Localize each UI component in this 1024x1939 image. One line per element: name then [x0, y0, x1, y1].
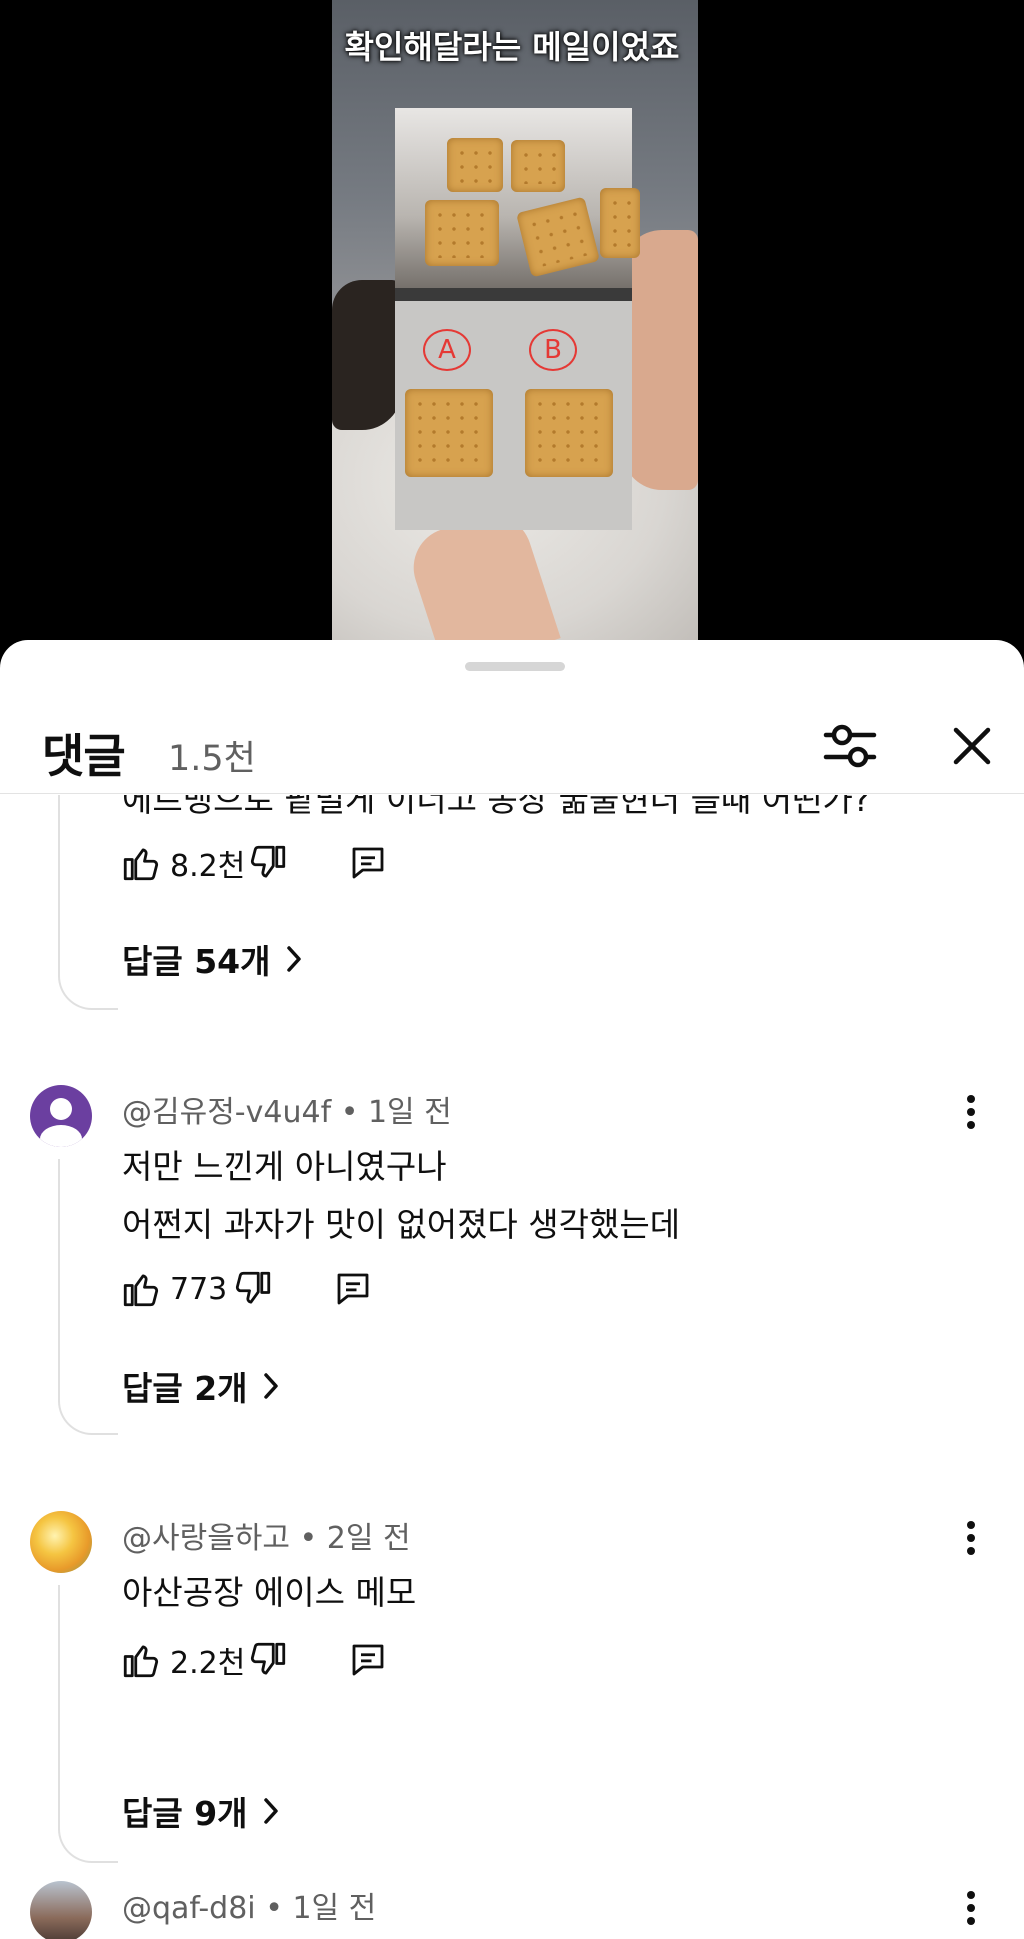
- filter-icon: [823, 724, 877, 768]
- mark-a: A: [423, 329, 471, 371]
- comments-count: 1.5천: [168, 739, 256, 779]
- cracker: [447, 138, 503, 192]
- comment-actions: 8.2천: [118, 838, 391, 888]
- thumbs-down-icon: [251, 1642, 286, 1675]
- comment-text-line: 저만 느낀게 아니였구나: [122, 1147, 447, 1186]
- close-icon: [953, 727, 991, 765]
- mark-b: B: [529, 329, 577, 371]
- more-vert-icon: [967, 1521, 975, 1555]
- hand-image: [622, 230, 698, 490]
- replies-label: 답글 54개: [122, 942, 271, 981]
- chevron-right-icon: [286, 946, 301, 972]
- thread-line: [58, 1585, 118, 1863]
- cracker-a: [405, 389, 493, 477]
- avatar[interactable]: [30, 1085, 92, 1147]
- drag-handle[interactable]: [465, 662, 565, 671]
- like-button[interactable]: [118, 840, 164, 886]
- cracker-b: [525, 389, 613, 477]
- thread-line: [58, 1159, 118, 1435]
- like-count: 773: [170, 1271, 228, 1307]
- dislike-button[interactable]: [230, 1266, 276, 1312]
- user-icon: [40, 1098, 82, 1147]
- comments-title: 댓글: [42, 729, 126, 783]
- comment-text-line: 어쩐지 과자가 맛이 없어졌다 생각했는데: [122, 1205, 681, 1244]
- chevron-right-icon: [263, 1373, 278, 1399]
- comments-sheet: 댓글 1.5천 에르뱅으로 팥벌게 이너고 동장 굶줄현더 들때 어떤가? 8.…: [0, 640, 1024, 1939]
- comment-time: 2일 전: [326, 1521, 411, 1556]
- avatar[interactable]: [30, 1511, 92, 1573]
- hair-image: [332, 280, 402, 430]
- thumbs-up-icon: [123, 848, 159, 881]
- comment-author[interactable]: @사랑을하고: [122, 1521, 290, 1556]
- video-player[interactable]: 확인해달라는 메일이었죠 A B: [0, 0, 1024, 660]
- thread-line: [58, 795, 118, 1010]
- more-vert-icon: [967, 1891, 975, 1925]
- comment-meta: @qaf-d8i • 1일 전: [122, 1883, 376, 1927]
- thumbs-down-icon: [235, 1271, 271, 1304]
- comment-more-button[interactable]: [958, 1092, 984, 1132]
- replies-label: 답글 2개: [122, 1369, 248, 1408]
- reply-icon: [352, 847, 384, 879]
- avatar[interactable]: [30, 1881, 92, 1939]
- comment-meta: @사랑을하고 • 2일 전: [122, 1513, 411, 1557]
- meta-separator: •: [340, 1095, 359, 1130]
- comment-author[interactable]: @qaf-d8i: [122, 1891, 256, 1926]
- view-replies-button[interactable]: 답글 54개: [122, 935, 303, 983]
- more-vert-icon: [967, 1095, 975, 1129]
- chevron-right-icon: [263, 1798, 278, 1824]
- comment-actions: 773: [118, 1264, 376, 1314]
- view-replies-button[interactable]: 답글 9개: [122, 1787, 280, 1835]
- like-button[interactable]: [118, 1266, 164, 1312]
- thumbs-up-icon: [123, 1274, 159, 1307]
- reply-button[interactable]: [330, 1266, 376, 1312]
- comment-meta: @김유정-v4u4f • 1일 전: [122, 1087, 452, 1131]
- comment-more-button[interactable]: [958, 1888, 984, 1928]
- comment-time: 1일 전: [367, 1095, 452, 1130]
- filter-button[interactable]: [820, 718, 880, 774]
- comment-author[interactable]: @김유정-v4u4f: [122, 1095, 331, 1130]
- reply-button[interactable]: [345, 1637, 391, 1683]
- dislike-button[interactable]: [245, 1637, 291, 1683]
- close-button[interactable]: [944, 718, 1000, 774]
- cracker: [511, 140, 565, 192]
- comment-text-line: 아산공장 에이스 메모: [122, 1573, 417, 1612]
- view-replies-button[interactable]: 답글 2개: [122, 1362, 280, 1410]
- comments-list[interactable]: 에르뱅으로 팥벌게 이너고 동장 굶줄현더 들때 어떤가? 8.2천 답글 54…: [0, 795, 1024, 1939]
- reply-icon: [352, 1644, 384, 1676]
- reply-button[interactable]: [345, 840, 391, 886]
- like-count: 8.2천: [170, 849, 246, 884]
- cracker: [600, 188, 640, 258]
- thumbs-up-icon: [123, 1645, 159, 1678]
- cracker: [516, 196, 600, 278]
- cracker-photo-bottom: A B: [395, 301, 632, 530]
- video-caption: 확인해달라는 메일이었죠: [344, 28, 680, 66]
- comment-time: 1일 전: [292, 1891, 377, 1926]
- cracker-photo-top: [395, 108, 640, 288]
- like-count: 2.2천: [170, 1646, 246, 1681]
- replies-label: 답글 9개: [122, 1794, 248, 1833]
- comment-actions: 2.2천: [118, 1635, 391, 1685]
- like-button[interactable]: [118, 1637, 164, 1683]
- comments-header: 댓글 1.5천: [0, 690, 1024, 794]
- comment-more-button[interactable]: [958, 1518, 984, 1558]
- cracker-photo: A B: [395, 108, 640, 530]
- reply-icon: [337, 1273, 369, 1305]
- dislike-button[interactable]: [245, 840, 291, 886]
- meta-separator: •: [265, 1891, 283, 1926]
- thumbs-down-icon: [251, 845, 286, 878]
- comment-text: 에르뱅으로 팥벌게 이너고 동장 굶줄현더 들때 어떤가?: [122, 795, 871, 819]
- cracker: [425, 200, 499, 266]
- meta-separator: •: [299, 1521, 318, 1556]
